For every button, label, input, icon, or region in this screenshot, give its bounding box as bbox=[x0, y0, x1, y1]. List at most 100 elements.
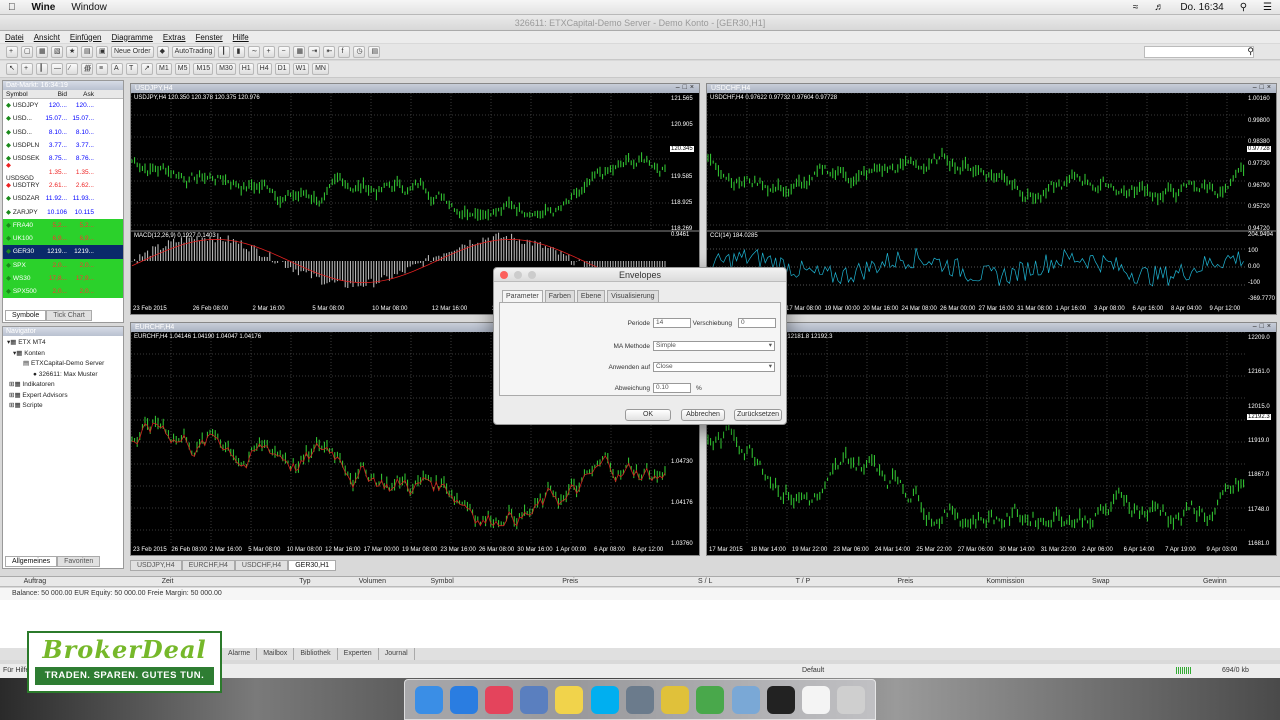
ok-button[interactable]: OK bbox=[625, 409, 671, 421]
xcode-icon[interactable] bbox=[520, 685, 549, 714]
chart-canvas[interactable] bbox=[707, 93, 1276, 314]
menu-fenster[interactable]: Fenster bbox=[191, 33, 228, 42]
tab-journal[interactable]: Journal bbox=[379, 648, 415, 660]
apple-icon[interactable]:  bbox=[0, 2, 24, 13]
list-item[interactable]: ◆ USDTRY 2.61... 2.62... bbox=[3, 179, 123, 192]
tile-icon[interactable]: ▦ bbox=[293, 45, 306, 58]
anwenden-select[interactable]: Close ▾ bbox=[653, 362, 775, 372]
window-menu[interactable]: Window bbox=[63, 2, 115, 13]
cursor-icon[interactable]: ↖ bbox=[6, 63, 18, 75]
menu-extras[interactable]: Extras bbox=[158, 33, 191, 42]
tab-visualisierung[interactable]: Visualisierung bbox=[607, 290, 659, 302]
menu-ansicht[interactable]: Ansicht bbox=[29, 33, 65, 42]
menu-datei[interactable]: Datei bbox=[0, 33, 29, 42]
metaeditor-icon[interactable]: ◆ bbox=[156, 45, 169, 58]
verschiebung-input[interactable]: 0 bbox=[738, 318, 776, 328]
chart-window-1[interactable]: USDCHF,H4 –□× USDCHF,H4 0.97622 0.97732 0.… bbox=[706, 83, 1277, 315]
trash-icon[interactable] bbox=[837, 685, 866, 714]
col-header[interactable]: Swap bbox=[1052, 577, 1150, 586]
volume-icon[interactable]: ♬ bbox=[1146, 2, 1172, 13]
skype-icon[interactable] bbox=[590, 685, 619, 714]
list-item[interactable]: ◆ USD... 15.07... 15.07... bbox=[3, 112, 123, 125]
new-chart-icon[interactable]: + bbox=[6, 45, 18, 58]
list-icon[interactable]: ☰ bbox=[1255, 2, 1280, 13]
reset-button[interactable]: Zurücksetzen bbox=[734, 409, 782, 421]
col-header[interactable]: Gewinn bbox=[1150, 577, 1280, 586]
wifi-icon[interactable]: ≈ bbox=[1125, 2, 1147, 13]
tf-mn[interactable]: MN bbox=[312, 63, 329, 75]
tf-d1[interactable]: D1 bbox=[274, 63, 290, 75]
tab-ebene[interactable]: Ebene bbox=[576, 290, 606, 302]
cancel-button[interactable]: Abbrechen bbox=[681, 409, 725, 421]
col-header[interactable]: Zeit bbox=[70, 577, 265, 586]
search-icon[interactable]: ⚲ bbox=[1247, 46, 1254, 57]
safari-icon[interactable] bbox=[449, 685, 478, 714]
tree-expert-advisors[interactable]: ⊞▦ Expert Advisors bbox=[7, 391, 121, 402]
col-bid[interactable]: Bid bbox=[40, 90, 67, 98]
tree-indikatoren[interactable]: ⊞▦ Indikatoren bbox=[7, 380, 121, 391]
close-icon[interactable] bbox=[500, 271, 508, 279]
tab-farben[interactable]: Farben bbox=[544, 290, 575, 302]
app-menu[interactable]: Wine bbox=[24, 2, 64, 13]
data-window-icon[interactable]: ▧ bbox=[51, 45, 63, 58]
tree-account[interactable]: ● 326611: Max Muster bbox=[7, 370, 121, 381]
chart-tab-usdjpy[interactable]: USDJPY,H4 bbox=[130, 560, 182, 571]
line-chart-icon[interactable]: ∼ bbox=[248, 45, 261, 58]
chart-tab-eurchf[interactable]: EURCHF,H4 bbox=[181, 560, 235, 571]
mail-icon[interactable] bbox=[731, 685, 760, 714]
tf-h1[interactable]: H1 bbox=[238, 63, 254, 75]
list-item[interactable]: ◆ ZARJPY 10.106 10.115 bbox=[3, 205, 123, 218]
tab-experten[interactable]: Experten bbox=[338, 648, 379, 660]
preview-icon[interactable] bbox=[625, 685, 654, 714]
menu-hilfe[interactable]: Hilfe bbox=[228, 33, 254, 42]
tab-tick-chart[interactable]: Tick Chart bbox=[46, 310, 92, 321]
bar-chart-icon[interactable]: ┃ bbox=[218, 45, 231, 58]
clock[interactable]: Do. 16:34 bbox=[1172, 2, 1231, 13]
search-icon[interactable]: ⚲ bbox=[1232, 2, 1255, 13]
list-item[interactable]: ◆ USD... 8.10... 8.10... bbox=[3, 126, 123, 139]
terminal-icon[interactable]: ▤ bbox=[81, 45, 93, 58]
tab-favoriten[interactable]: Favoriten bbox=[57, 556, 101, 567]
itunes-icon[interactable] bbox=[485, 685, 514, 714]
tab-parameter[interactable]: Parameter bbox=[502, 290, 543, 302]
list-item[interactable]: ◆ UK100 6,9... 6,9... bbox=[3, 231, 123, 246]
tab-allgemeines[interactable]: Allgemeines bbox=[5, 556, 58, 567]
tf-m15[interactable]: M15 bbox=[193, 63, 214, 75]
profiles-icon[interactable]: ▢ bbox=[21, 45, 33, 58]
chart-shift-icon[interactable]: ⇤ bbox=[323, 45, 336, 58]
chart-window-3[interactable]: GER30,H1–□×GER30,H1 12181.3 12195.0 1218… bbox=[706, 322, 1277, 556]
tf-w1[interactable]: W1 bbox=[292, 63, 310, 75]
list-item[interactable]: ◆ SPX500 2,0... 2,0... bbox=[3, 285, 123, 299]
chrome-icon[interactable] bbox=[661, 685, 690, 714]
balance-row[interactable]: Balance: 50 000.00 EUR Equity: 50 000.00… bbox=[0, 588, 1280, 600]
window-buttons-icon[interactable]: –□× bbox=[1253, 84, 1274, 91]
vline-icon[interactable]: ┃ bbox=[36, 63, 48, 75]
tree-konten[interactable]: ▾▦ Konten bbox=[7, 349, 121, 360]
list-item[interactable]: ◆ GER30 1219... 1219... bbox=[3, 245, 123, 259]
chart-tab-usdchf[interactable]: USDCHF,H4 bbox=[234, 560, 289, 571]
tester-icon[interactable]: ▣ bbox=[96, 45, 108, 58]
tf-m1[interactable]: M1 bbox=[156, 63, 172, 75]
list-item[interactable]: ◆ USDJPY 120.... 120.... bbox=[3, 99, 123, 112]
crosshair-icon[interactable]: + bbox=[21, 63, 33, 75]
autoscroll-icon[interactable]: ⇥ bbox=[308, 45, 321, 58]
tab-symbole[interactable]: Symbole bbox=[5, 310, 47, 321]
tree-root[interactable]: ▾▦ ETX MT4 bbox=[7, 338, 121, 349]
list-item[interactable]: ◆ USDZAR 11.92... 11.93... bbox=[3, 192, 123, 205]
col-header[interactable]: Preis bbox=[852, 577, 959, 586]
fibo-icon[interactable]: ≡ bbox=[96, 63, 108, 75]
menu-diagramme[interactable]: Diagramme bbox=[107, 33, 158, 42]
tab-bibliothek[interactable]: Bibliothek bbox=[294, 648, 338, 660]
col-header[interactable]: S / L bbox=[656, 577, 754, 586]
indicators-icon[interactable]: f bbox=[338, 45, 351, 58]
maps-icon[interactable] bbox=[696, 685, 725, 714]
trendline-icon[interactable]: ∕ bbox=[66, 63, 78, 75]
tf-h4[interactable]: H4 bbox=[256, 63, 272, 75]
abweichung-input[interactable]: 0.10 bbox=[653, 383, 691, 393]
window-buttons-icon[interactable]: –□× bbox=[676, 84, 697, 91]
new-order-button[interactable]: Neue Order bbox=[111, 45, 154, 58]
text-icon[interactable]: A bbox=[111, 63, 123, 75]
hline-icon[interactable]: — bbox=[51, 63, 63, 75]
col-header[interactable]: Volumen bbox=[344, 577, 400, 586]
tab-alarme[interactable]: Alarme bbox=[222, 648, 258, 660]
